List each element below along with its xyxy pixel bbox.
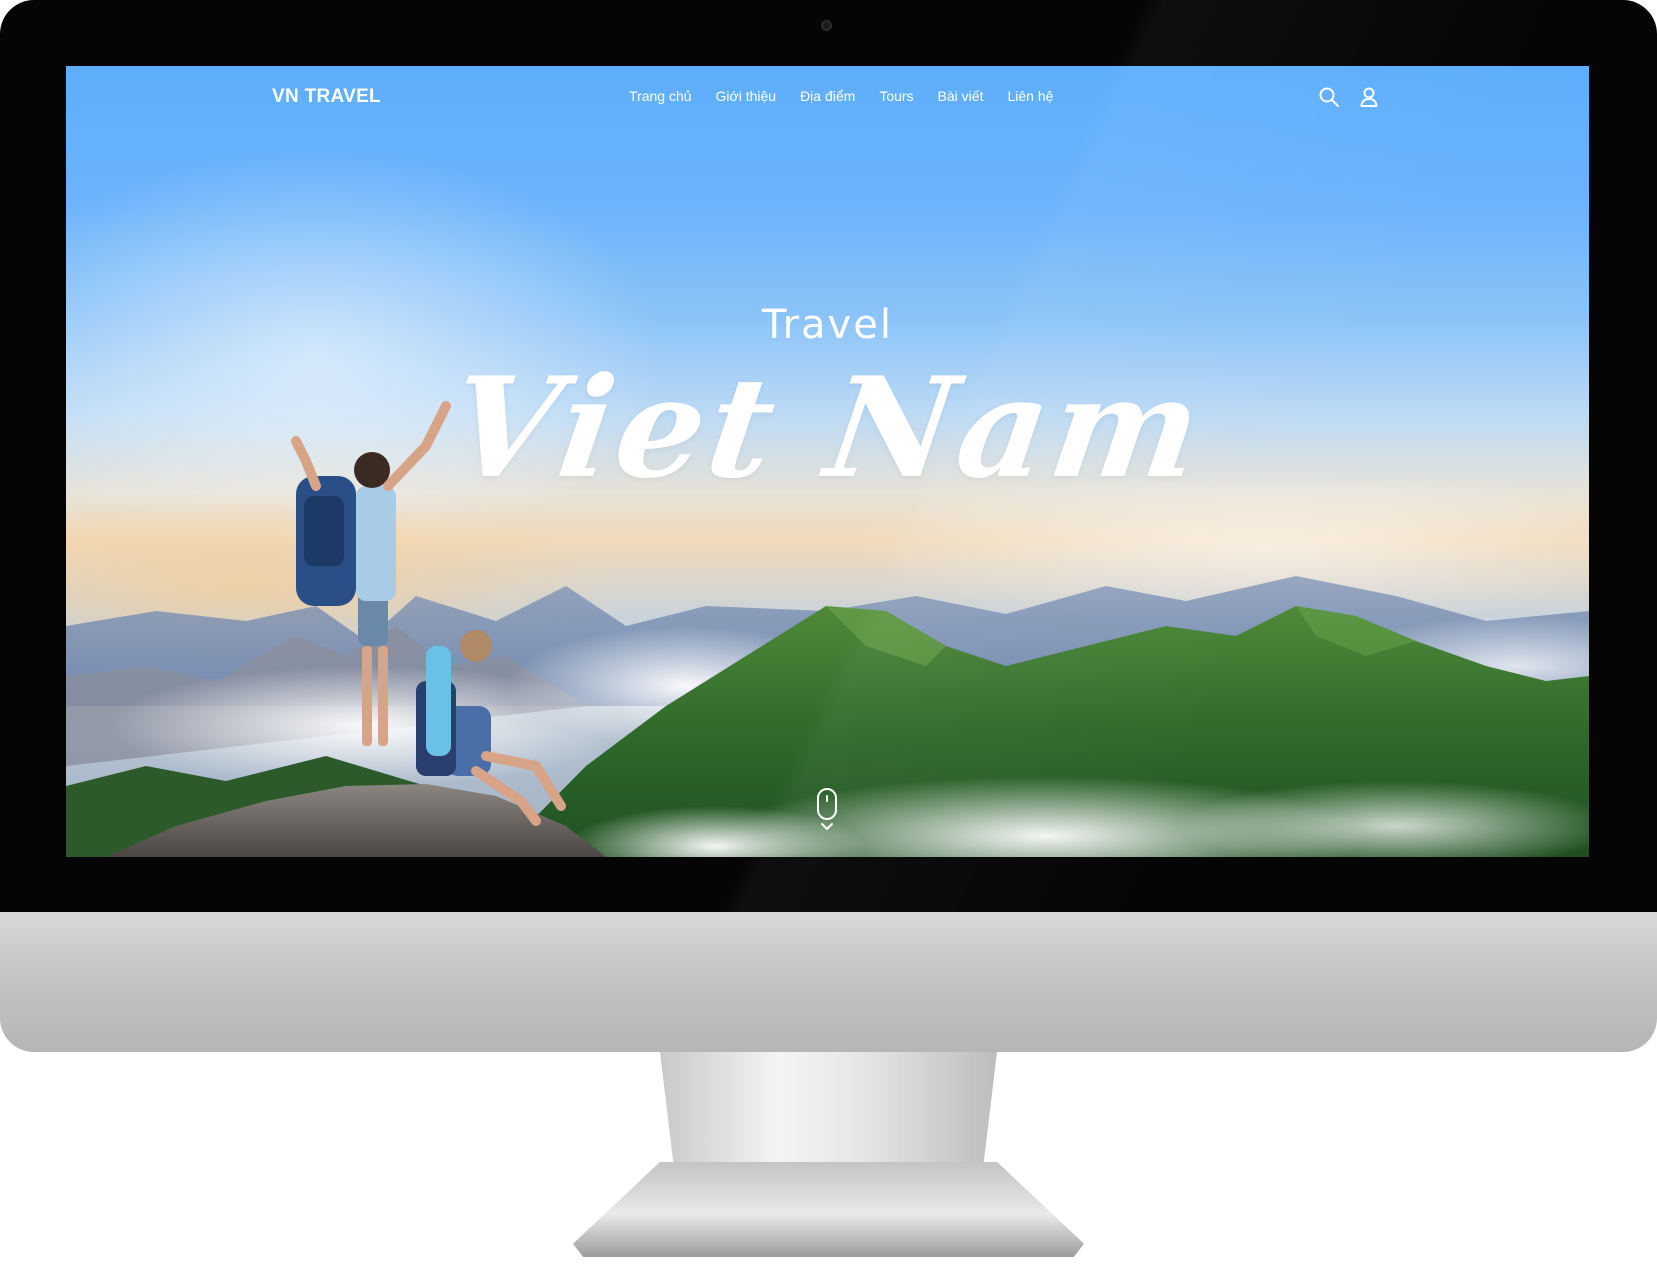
search-button[interactable] xyxy=(1317,85,1341,109)
user-icon xyxy=(1360,87,1378,107)
nav-item-tours[interactable]: Tours xyxy=(879,88,913,104)
website-screen: VN TRAVEL Trang chủ Giới thiệu Địa điểm … xyxy=(66,66,1589,857)
camera-dot xyxy=(821,20,832,31)
hero-subtitle: Travel xyxy=(762,302,893,348)
search-icon xyxy=(1319,87,1339,107)
nav-item-gioi-thieu[interactable]: Giới thiệu xyxy=(716,88,777,104)
monitor-chin xyxy=(0,912,1657,1052)
account-button[interactable] xyxy=(1357,85,1381,109)
nav-item-trang-chu[interactable]: Trang chủ xyxy=(629,88,692,104)
nav-item-dia-diem[interactable]: Địa điểm xyxy=(800,88,855,104)
chevron-down-icon[interactable] xyxy=(820,822,834,832)
monitor-stand-base xyxy=(573,1162,1084,1257)
nav-item-lien-he[interactable]: Liên hệ xyxy=(1007,88,1053,104)
site-logo[interactable]: VN TRAVEL xyxy=(272,86,381,108)
nav-item-bai-viet[interactable]: Bài viết xyxy=(938,88,984,104)
site-header: VN TRAVEL Trang chủ Giới thiệu Địa điểm … xyxy=(66,66,1589,130)
main-nav: Trang chủ Giới thiệu Địa điểm Tours Bài … xyxy=(629,88,1053,104)
hero-title: Viet Nam xyxy=(440,346,1215,509)
mouse-scroll-icon[interactable] xyxy=(817,788,837,820)
